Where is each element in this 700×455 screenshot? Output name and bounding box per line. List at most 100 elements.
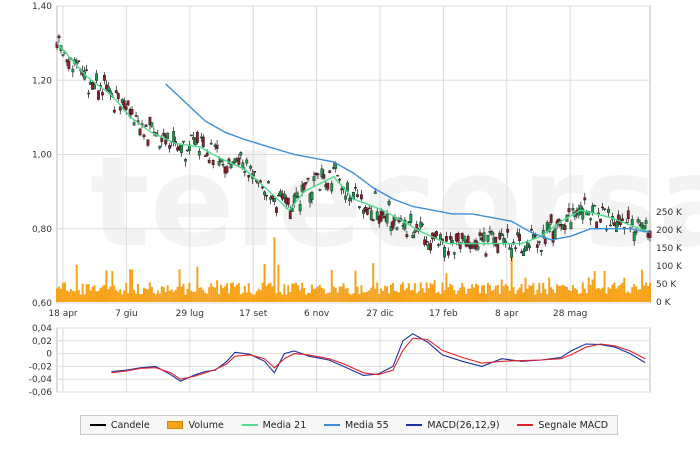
volume-bar: [417, 291, 420, 302]
volume-bar: [625, 292, 628, 302]
volume-bar: [166, 285, 169, 302]
volume-bar: [95, 291, 98, 302]
volume-bar: [186, 288, 189, 302]
volume-bar: [427, 288, 430, 302]
x-tick-label: 17 set: [239, 309, 268, 319]
candle-body: [93, 84, 96, 90]
candle-body: [490, 231, 494, 235]
volume-bar: [139, 294, 142, 302]
x-ticks: 18 apr 7 giu 29 lug 17 set 6 nov 27 dic 17 feb…: [48, 309, 587, 319]
volume-bar: [182, 283, 185, 302]
candle-body: [57, 35, 61, 39]
volume-bar: [312, 288, 315, 302]
volume-bar: [540, 293, 543, 302]
volume-bar: [631, 287, 634, 302]
x-tick-label: 29 lug: [176, 309, 204, 319]
candle-body: [636, 219, 640, 223]
volume-bar: [190, 290, 193, 302]
price-tick-label: 0,60: [32, 299, 52, 309]
volume-bar: [133, 289, 136, 302]
volume-bar: [65, 290, 68, 302]
candle-body: [569, 222, 573, 229]
x-tick-label: 7 giu: [115, 309, 138, 319]
volume-bar: [518, 287, 521, 302]
candle-body: [354, 187, 357, 189]
candle-body: [288, 210, 292, 220]
legend-swatch: [167, 421, 184, 429]
volume-bar: [220, 284, 223, 302]
volume-bar: [394, 290, 397, 302]
candle-body: [522, 250, 525, 257]
volume-bar: [342, 283, 345, 302]
candle-body: [203, 155, 207, 157]
candle-body: [381, 212, 385, 216]
candle-body: [298, 204, 302, 212]
candle-body: [205, 152, 209, 156]
candle-body: [229, 164, 233, 169]
candle-body: [247, 175, 251, 178]
volume-bar: [502, 286, 505, 302]
volume-bar: [613, 282, 616, 302]
candle-body: [385, 213, 389, 224]
candle-body: [77, 60, 81, 62]
volume-bar: [490, 290, 493, 302]
volume-bar: [492, 289, 495, 302]
volume-bar: [488, 284, 491, 302]
volume-bar: [597, 287, 600, 302]
volume-bar: [605, 293, 608, 302]
volume-bar: [350, 294, 353, 302]
candle-body: [371, 219, 375, 221]
volume-bar: [609, 288, 612, 302]
volume-bar: [121, 294, 124, 302]
volume-bar: [144, 288, 147, 302]
volume-bar: [168, 290, 171, 302]
chart-root: telecorsa 1,401,201,000,800,60 250 K200 …: [0, 0, 700, 451]
candle-body: [506, 229, 510, 233]
volume-bar: [532, 283, 535, 302]
volume-bar: [255, 291, 258, 302]
volume-bar: [407, 283, 410, 302]
volume-bar: [366, 291, 369, 302]
candle-body: [429, 243, 432, 251]
volume-bar: [484, 293, 487, 302]
candle-body: [593, 204, 597, 207]
volume-bar: [265, 286, 268, 302]
volume-bar: [271, 286, 274, 302]
volume-bar: [235, 284, 238, 302]
volume-bar: [637, 289, 640, 302]
volume-bar: [113, 285, 116, 302]
candle-body: [310, 192, 314, 200]
volume-bar: [275, 293, 278, 302]
volume-bar: [194, 291, 197, 302]
volume-bar: [93, 285, 96, 302]
candle-body: [211, 159, 215, 165]
volume-bar: [263, 263, 266, 302]
candle-body: [237, 157, 241, 165]
candle-body: [144, 124, 148, 127]
price-tick-label: 1,20: [32, 76, 52, 86]
candle-body: [609, 224, 612, 227]
candle-body: [118, 106, 122, 111]
candle-body: [496, 243, 500, 253]
volume-bar: [105, 270, 108, 302]
volume-bar: [324, 293, 327, 302]
volume-bar: [565, 286, 568, 302]
volume-bar: [504, 284, 507, 302]
macd-y-ticks: 0,04 0,02 0 -0,02 -0,04 -0,06: [29, 324, 53, 398]
volume-bar: [69, 289, 72, 302]
volume-bar: [558, 285, 561, 302]
candle-body: [528, 245, 531, 249]
volume-bar: [411, 290, 414, 302]
candle-body: [243, 171, 247, 173]
volume-bar: [150, 287, 153, 302]
volume-bar: [243, 286, 246, 302]
volume-bar: [550, 287, 553, 302]
candle-body: [373, 191, 377, 194]
volume-bar: [332, 286, 335, 302]
candle-body: [225, 166, 229, 173]
volume-bar: [239, 294, 242, 302]
volume-bar: [303, 288, 306, 302]
candle-body: [601, 206, 604, 209]
volume-bar: [455, 294, 458, 302]
candle-body: [543, 238, 547, 244]
